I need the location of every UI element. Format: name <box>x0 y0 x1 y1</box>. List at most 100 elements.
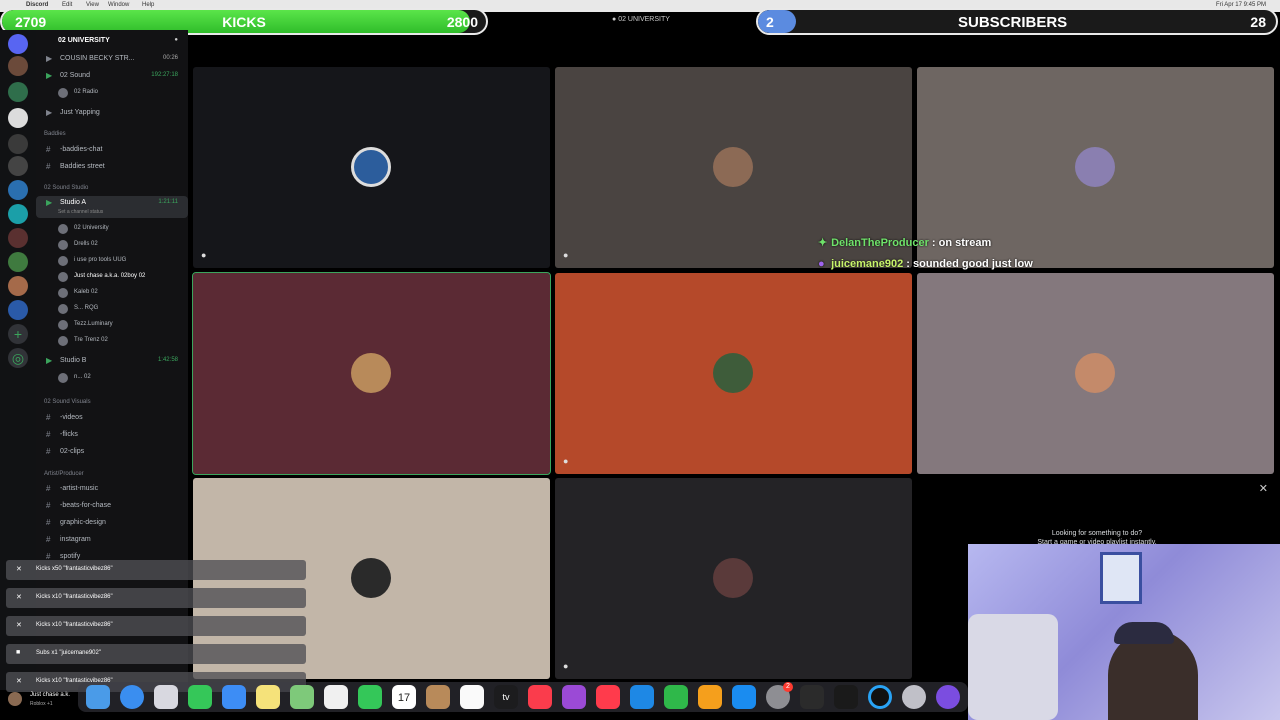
channel-status[interactable]: Set a channel status <box>58 209 103 215</box>
category-header[interactable]: 02 Sound Visuals <box>36 396 188 410</box>
voice-user[interactable]: S... RQG <box>36 302 188 316</box>
stream-chat-overlay: ✦ DelanTheProducer : on stream ● juicema… <box>818 236 1033 280</box>
voice-user[interactable]: Just chase a.k.a. 02boy 02 <box>36 270 188 284</box>
voice-channel-studio-b[interactable]: ▶ Studio B 1:42:58 <box>36 354 188 368</box>
ilok-icon[interactable] <box>834 685 858 709</box>
speaker-icon: ▶ <box>46 108 53 117</box>
voice-user[interactable]: Tezz.Luminary <box>36 318 188 332</box>
server-header[interactable]: 02 UNIVERSITY ● <box>36 34 188 48</box>
voice-user[interactable]: 02 University <box>36 222 188 236</box>
chat-text: : sounded good just low <box>903 258 1033 270</box>
avatar <box>58 240 68 250</box>
close-icon[interactable]: ✕ <box>16 565 22 573</box>
participant-tile[interactable] <box>917 273 1274 474</box>
contacts-icon[interactable] <box>426 685 450 709</box>
add-server-icon[interactable]: + <box>8 324 28 344</box>
podcasts-icon[interactable] <box>562 685 586 709</box>
server-icon[interactable] <box>8 276 28 296</box>
voice-user[interactable]: i use pro tools UUG <box>36 254 188 268</box>
discord-tool-icon[interactable] <box>936 685 960 709</box>
finder-icon[interactable] <box>86 685 110 709</box>
text-channel[interactable]: # Baddies street <box>36 160 188 174</box>
voice-channel[interactable]: ▶ 02 Sound 192:27:18 <box>36 69 188 83</box>
text-channel[interactable]: # graphic-design <box>36 516 188 530</box>
hashtag-icon: # <box>46 535 51 544</box>
news-icon[interactable] <box>596 685 620 709</box>
speaker-icon: ▶ <box>46 198 53 207</box>
category-header[interactable]: Baddies <box>36 128 188 142</box>
cortana-ring-icon[interactable] <box>868 685 892 709</box>
hashtag-icon: # <box>46 447 51 456</box>
server-icon[interactable] <box>8 300 28 320</box>
server-icon[interactable] <box>8 228 28 248</box>
server-icon[interactable] <box>8 56 28 76</box>
participant-tile[interactable]: ● <box>555 273 912 474</box>
voice-user[interactable]: Tre Trenz 02 <box>36 334 188 348</box>
voice-channel[interactable]: ▶ Just Yapping <box>36 106 188 120</box>
text-channel[interactable]: # -flicks <box>36 428 188 442</box>
server-icon[interactable] <box>8 252 28 272</box>
text-channel[interactable]: #02-clips <box>36 445 188 459</box>
voice-user[interactable]: Kaleb 02 <box>36 286 188 300</box>
calendar-day: 17 <box>397 692 411 704</box>
speaker-icon: ▶ <box>46 71 53 80</box>
server-icon[interactable] <box>8 134 28 154</box>
server-icon[interactable] <box>8 108 28 128</box>
music-icon[interactable] <box>528 685 552 709</box>
close-icon[interactable]: ✕ <box>16 621 22 629</box>
text-channel[interactable]: # instagram <box>36 533 188 547</box>
notes-icon[interactable] <box>256 685 280 709</box>
pages-icon[interactable] <box>698 685 722 709</box>
server-icon[interactable] <box>8 180 28 200</box>
server-icon[interactable] <box>8 204 28 224</box>
text-channel[interactable]: # -artist-music <box>36 482 188 496</box>
participant-tile[interactable]: ● <box>555 478 912 679</box>
close-icon[interactable]: ✕ <box>16 593 22 601</box>
chat-message: ✦ DelanTheProducer : on stream <box>818 236 1033 258</box>
messages-icon[interactable] <box>188 685 212 709</box>
hashtag-icon: # <box>46 518 51 527</box>
maps-icon[interactable] <box>290 685 314 709</box>
mail-icon[interactable] <box>222 685 246 709</box>
app-store-icon[interactable] <box>732 685 756 709</box>
server-icon[interactable] <box>8 82 28 102</box>
tv-icon[interactable]: tv <box>494 685 518 709</box>
explore-servers-icon[interactable]: ◎ <box>8 348 28 368</box>
garageband-icon[interactable] <box>800 685 824 709</box>
subscribers-label: SUBSCRIBERS <box>958 14 1068 31</box>
close-icon[interactable]: ✕ <box>16 677 22 685</box>
avatar <box>713 353 753 393</box>
text-channel[interactable]: # -beats-for-chase <box>36 499 188 513</box>
text-channel[interactable]: # -baddies-chat <box>36 143 188 157</box>
hashtag-icon: # <box>46 145 51 154</box>
direct-messages-icon[interactable] <box>8 34 28 54</box>
voice-channel[interactable]: ▶ COUSIN BECKY STR... 00:26 <box>36 52 188 66</box>
calendar-icon[interactable]: 17 <box>392 685 416 709</box>
voice-user[interactable]: Drells 02 <box>36 238 188 252</box>
participant-tile[interactable]: ● <box>193 67 550 268</box>
voice-user[interactable]: n... 02 <box>36 371 188 385</box>
participant-tile[interactable] <box>192 272 551 475</box>
reminders-icon[interactable] <box>460 685 484 709</box>
voice-channel-studio-a[interactable]: ▶ Studio A 1:21:11 Set a channel status <box>36 196 188 218</box>
photos-icon[interactable] <box>324 685 348 709</box>
category-header[interactable]: Artist/Producer <box>36 468 188 482</box>
launchpad-icon[interactable] <box>154 685 178 709</box>
avatar <box>713 558 753 598</box>
text-channel[interactable]: # -videos <box>36 411 188 425</box>
mic-muted-icon: ● <box>563 661 569 671</box>
category-header[interactable]: 02 Sound Studio <box>36 182 188 196</box>
subscribers-target: 28 <box>1250 14 1266 30</box>
add-member-icon[interactable]: ● <box>174 37 178 43</box>
voice-user[interactable]: 02 Radio <box>36 86 188 100</box>
server-icon[interactable] <box>8 156 28 176</box>
safari-icon[interactable] <box>120 685 144 709</box>
utility-app-icon[interactable] <box>902 685 926 709</box>
facetime-icon[interactable] <box>358 685 382 709</box>
numbers-icon[interactable] <box>664 685 688 709</box>
avatar <box>58 336 68 346</box>
keynote-icon[interactable] <box>630 685 654 709</box>
system-settings-icon[interactable]: 2 <box>766 682 793 709</box>
webcam-overlay <box>968 544 1280 720</box>
close-icon[interactable]: ✕ <box>1259 482 1268 495</box>
